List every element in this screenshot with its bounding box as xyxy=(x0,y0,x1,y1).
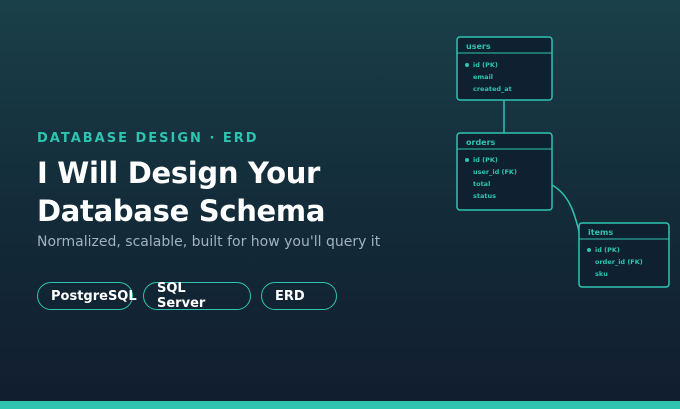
relation-orders-items xyxy=(551,184,581,236)
table-users-field-created-at: created_at xyxy=(473,85,512,93)
table-users: users id (PK) email created_at xyxy=(456,36,553,101)
table-orders-field-status: status xyxy=(473,192,496,200)
table-users-field-id: id (PK) xyxy=(473,61,498,69)
table-orders-field-total: total xyxy=(473,180,490,188)
table-orders-field-user-id: user_id (FK) xyxy=(473,168,517,176)
pk-dot-icon xyxy=(465,158,469,162)
table-items-field-sku: sku xyxy=(595,270,608,278)
table-orders-field-id: id (PK) xyxy=(473,156,498,164)
table-users-name: users xyxy=(466,42,491,51)
table-items: items id (PK) order_id (FK) sku xyxy=(578,222,670,288)
pk-dot-icon xyxy=(587,248,591,252)
table-users-field-email: email xyxy=(473,73,493,81)
bottom-accent-bar xyxy=(0,401,680,409)
pk-dot-icon xyxy=(465,63,469,67)
table-orders: orders id (PK) user_id (FK) total status xyxy=(456,132,553,211)
table-items-name: items xyxy=(588,228,613,237)
table-orders-name: orders xyxy=(466,138,496,147)
table-items-field-id: id (PK) xyxy=(595,246,620,254)
table-items-field-order-id: order_id (FK) xyxy=(595,258,643,266)
erd-diagram: users id (PK) email created_at orders id… xyxy=(456,36,670,288)
